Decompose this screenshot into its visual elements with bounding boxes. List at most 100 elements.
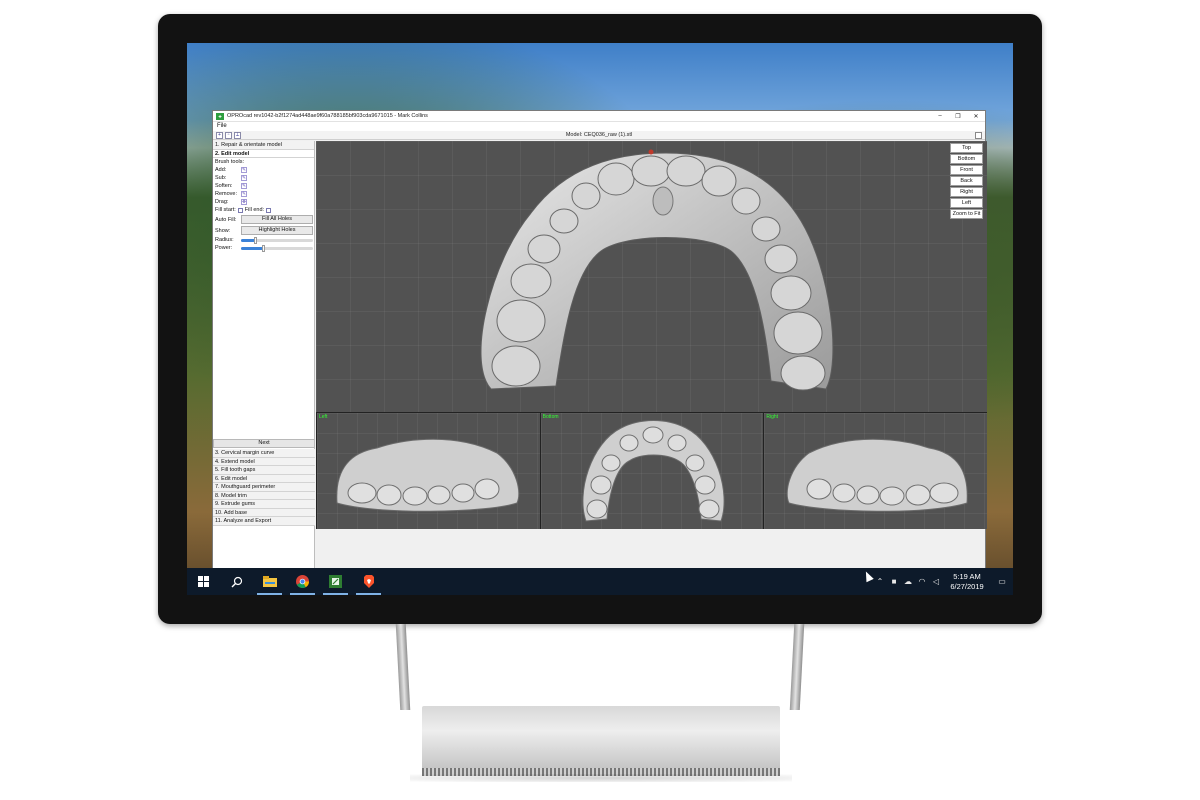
- left-side-model: [336, 438, 520, 512]
- wifi-icon[interactable]: ◠: [915, 577, 929, 586]
- view-bottom-button[interactable]: Bottom: [950, 154, 983, 164]
- radius-slider-handle[interactable]: [254, 236, 258, 244]
- chevron-up-icon[interactable]: ⌃: [873, 577, 887, 586]
- volume-icon[interactable]: ◁: [929, 577, 943, 586]
- clock-time: 5:19 AM: [953, 571, 981, 581]
- step-model-trim[interactable]: 8. Model trim: [213, 491, 315, 500]
- view-top-button[interactable]: Top: [950, 143, 983, 153]
- main-3d-viewport[interactable]: Top Bottom Front Back Right Left Zoom to…: [316, 141, 987, 412]
- right-viewport[interactable]: Right: [763, 413, 988, 529]
- step-mouthguard-perimeter[interactable]: 7. Mouthguard perimeter: [213, 483, 315, 492]
- radius-slider-fill: [241, 238, 256, 242]
- tool-drag-label: Drag:: [215, 199, 229, 205]
- steps-list: 3. Cervical margin curve 4. Extend model…: [213, 449, 315, 526]
- bottom-viewport-label: Bottom: [542, 414, 559, 420]
- brush-sub-icon[interactable]: ✎: [241, 175, 247, 181]
- menu-bar: File: [213, 122, 985, 131]
- brush-tools-label: Brush tools:: [213, 158, 314, 166]
- view-front-button[interactable]: Front: [950, 165, 983, 175]
- brave-button[interactable]: [352, 568, 385, 595]
- step-fill-tooth-gaps[interactable]: 5. Fill tooth gaps: [213, 466, 315, 475]
- onedrive-icon[interactable]: ☁: [901, 577, 915, 586]
- step-cervical-margin[interactable]: 3. Cervical margin curve: [213, 449, 315, 458]
- bottom-arch-model: [582, 420, 725, 522]
- brush-remove-icon[interactable]: ✎: [241, 191, 247, 197]
- file-explorer-icon: [262, 576, 277, 587]
- oprocad-icon: [329, 575, 342, 588]
- stand-shadow: [410, 774, 792, 782]
- fill-end-checkbox[interactable]: [266, 207, 272, 213]
- orientation-marker: [648, 149, 654, 155]
- view-left-button[interactable]: Left: [950, 198, 983, 208]
- start-icon: [198, 576, 209, 587]
- brush-add-icon[interactable]: ✎: [241, 167, 247, 173]
- fill-end-label: Fill end:: [244, 207, 265, 213]
- next-button[interactable]: Next: [213, 439, 315, 448]
- monitor-stand-arms: [395, 624, 805, 710]
- show-label: Show:: [215, 227, 231, 234]
- monitor-frame: ✚ OPROcad rev1042-b2f1274ad448ae9f60a788…: [158, 14, 1042, 624]
- step-add-base[interactable]: 10. Add base: [213, 508, 315, 517]
- step-analyze-export[interactable]: 11. Analyze and Export: [213, 517, 315, 526]
- power-slider[interactable]: [241, 244, 313, 252]
- step-repair[interactable]: 1. Repair & orientate model: [213, 141, 314, 150]
- power-label: Power:: [215, 245, 233, 251]
- toolbar: + ▫ ⟂ Model: CEQ036_raw (1).stl: [213, 131, 985, 140]
- tool-drag-row: Drag: ✥: [213, 198, 314, 206]
- fill-start-label: Fill start:: [215, 207, 236, 213]
- view-back-button[interactable]: Back: [950, 176, 983, 186]
- tool-add-label: Add:: [215, 167, 227, 173]
- view-buttons: Top Bottom Front Back Right Left Zoom to…: [950, 143, 983, 220]
- power-row: Power:: [213, 244, 314, 252]
- step-edit-model-label: 2. Edit model: [215, 150, 250, 157]
- minimize-button[interactable]: –: [931, 113, 949, 119]
- fill-row: Fill start: Fill end:: [213, 206, 314, 214]
- oprocad-taskbar-button[interactable]: [319, 568, 352, 595]
- step-extrude-gums[interactable]: 9. Extrude gums: [213, 500, 315, 509]
- secondary-viewports: Left Bottom Right: [316, 412, 988, 529]
- maximize-button[interactable]: ❐: [949, 113, 967, 120]
- chrome-button[interactable]: [286, 568, 319, 595]
- zoom-to-fit-button[interactable]: Zoom to Fit: [950, 209, 983, 219]
- auto-fill-row: Auto Fill: Fill All Holes: [213, 214, 314, 225]
- bottom-viewport[interactable]: Bottom: [539, 413, 764, 529]
- tool-add-row: Add: ✎: [213, 166, 314, 174]
- tool-sub-row: Sub: ✎: [213, 174, 314, 182]
- notification-icon[interactable]: ▭: [991, 577, 1013, 586]
- power-slider-fill: [241, 246, 263, 250]
- title-bar[interactable]: ✚ OPROcad rev1042-b2f1274ad448ae9f60a788…: [213, 111, 985, 122]
- brush-soften-icon[interactable]: ✎: [241, 183, 247, 189]
- brush-drag-icon[interactable]: ✥: [241, 199, 247, 205]
- clock-date: 6/27/2019: [950, 581, 984, 591]
- brave-icon: [363, 575, 374, 588]
- highlight-holes-button[interactable]: Highlight Holes: [241, 226, 313, 235]
- file-explorer-button[interactable]: [253, 568, 286, 595]
- fill-all-holes-button[interactable]: Fill All Holes: [241, 215, 313, 224]
- window-title: OPROcad rev1042-b2f1274ad448ae9f60a78818…: [227, 113, 428, 119]
- search-button[interactable]: [220, 568, 253, 595]
- view-right-button[interactable]: Right: [950, 187, 983, 197]
- right-side-model: [787, 438, 969, 512]
- panel-toggle-icon[interactable]: [975, 132, 982, 139]
- step-edit-model-2[interactable]: 6. Edit model: [213, 474, 315, 483]
- model-label: Model: CEQ036_raw (1).stl: [565, 132, 633, 138]
- start-button[interactable]: [187, 568, 220, 595]
- left-viewport[interactable]: Left: [316, 413, 540, 529]
- close-button[interactable]: ✕: [967, 113, 985, 120]
- show-row: Show: Highlight Holes: [213, 225, 314, 236]
- power-slider-handle[interactable]: [261, 244, 265, 252]
- tool-remove-row: Remove: ✎: [213, 190, 314, 198]
- left-viewport-label: Left: [319, 414, 328, 420]
- auto-fill-label: Auto Fill:: [215, 216, 237, 223]
- app-logo-icon: ✚: [216, 112, 224, 120]
- search-icon: [231, 576, 242, 587]
- right-viewport-label: Right: [766, 414, 779, 420]
- menu-file[interactable]: File: [217, 123, 227, 129]
- step-edit-model[interactable]: 2. Edit model: [213, 149, 314, 158]
- step-extend-model[interactable]: 4. Extend model: [213, 457, 315, 466]
- tray-app-icon[interactable]: ■: [887, 577, 901, 586]
- clock[interactable]: 5:19 AM 6/27/2019: [943, 572, 991, 592]
- fill-start-checkbox[interactable]: [237, 207, 243, 213]
- monitor-stand-base: [422, 706, 780, 776]
- radius-slider[interactable]: [241, 236, 313, 244]
